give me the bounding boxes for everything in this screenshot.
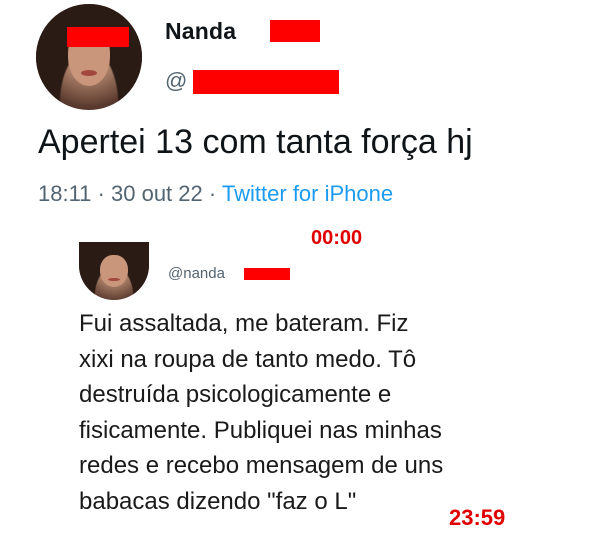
quoted-line: fisicamente. Publiquei nas minhas (79, 416, 442, 444)
tweet-meta: 18:11 · 30 out 22 · Twitter for iPhone (38, 181, 393, 207)
author-handle[interactable]: @ (165, 68, 187, 94)
annotation-end-time: 23:59 (449, 505, 506, 530)
handle-redaction (193, 70, 339, 94)
tweet-text: Apertei 13 com tanta força hj (38, 123, 473, 161)
tweet-date[interactable]: 30 out 22 (111, 181, 203, 206)
name-redaction (270, 20, 320, 42)
tweet-time[interactable]: 18:11 (38, 181, 91, 206)
author-name[interactable]: Nanda (165, 18, 236, 45)
meta-separator-1: · (97, 181, 105, 206)
quoted-handle-redaction (244, 268, 290, 280)
meta-separator-2: · (208, 181, 217, 206)
quoted-line: redes e recebo mensagem de uns (79, 452, 444, 479)
quoted-line: xixi na roupa de tanto medo. Tô (79, 345, 417, 373)
tweet-source[interactable]: Twitter for iPhone (222, 181, 393, 206)
quoted-avatar-face (100, 254, 128, 287)
quoted-line: destruída psicologicamente e (79, 381, 392, 408)
quoted-avatar[interactable] (79, 242, 149, 300)
author-avatar[interactable] (36, 4, 142, 110)
quoted-tweet-text: Fui assaltada, me bateram. Fiz xixi na r… (79, 306, 549, 519)
avatar-censor-bar (67, 27, 129, 47)
annotation-start-time: 00:00 (311, 227, 363, 249)
quoted-handle[interactable]: @nanda (168, 265, 225, 282)
quoted-line: Fui assaltada, me bateram. Fiz (79, 310, 409, 337)
